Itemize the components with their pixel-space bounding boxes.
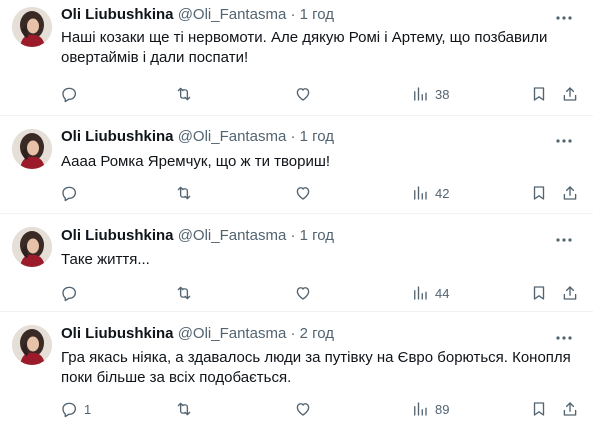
- retweet-button[interactable]: [175, 398, 193, 420]
- author-name[interactable]: Oli Liubushkina: [61, 128, 174, 145]
- like-button[interactable]: [294, 282, 312, 304]
- share-icon: [563, 286, 577, 300]
- separator-dot: ·: [290, 6, 296, 23]
- tweet[interactable]: Oli Liubushkina @Oli_Fantasma · 1 год На…: [0, 0, 593, 116]
- retweet-icon: [177, 186, 191, 200]
- retweet-icon: [177, 87, 191, 101]
- timestamp[interactable]: 1 год: [300, 227, 334, 244]
- tweet[interactable]: Oli Liubushkina @Oli_Fantasma · 1 год Та…: [0, 214, 593, 312]
- tweet-actions: 1 89: [0, 398, 593, 420]
- heart-icon: [296, 187, 310, 200]
- bookmark-button[interactable]: [530, 282, 548, 304]
- more-icon[interactable]: [555, 9, 573, 27]
- timestamp[interactable]: 1 год: [300, 6, 334, 23]
- views-button[interactable]: 44: [411, 282, 449, 304]
- tweet-header: Oli Liubushkina @Oli_Fantasma · 2 год: [61, 324, 334, 344]
- avatar[interactable]: [12, 7, 52, 47]
- views-button[interactable]: 42: [411, 182, 449, 204]
- views-button[interactable]: 89: [411, 398, 449, 420]
- bookmark-icon: [533, 186, 545, 200]
- tweet[interactable]: Oli Liubushkina @Oli_Fantasma · 1 год Аа…: [0, 116, 593, 214]
- heart-icon: [296, 403, 310, 416]
- reply-icon: [62, 87, 77, 103]
- separator-dot: ·: [290, 227, 296, 244]
- retweet-button[interactable]: [175, 83, 193, 105]
- tweet-text: Таке життя...: [61, 251, 150, 268]
- like-button[interactable]: [294, 398, 312, 420]
- tweet-actions: 44: [0, 282, 593, 304]
- retweet-button[interactable]: [175, 282, 193, 304]
- author-handle[interactable]: @Oli_Fantasma: [178, 128, 287, 145]
- avatar[interactable]: [12, 325, 52, 365]
- tweet-text: Наші козаки ще ті нервомоти. Але дякую Р…: [61, 29, 548, 66]
- author-handle[interactable]: @Oli_Fantasma: [178, 325, 287, 342]
- avatar[interactable]: [12, 129, 52, 169]
- tweet-header: Oli Liubushkina @Oli_Fantasma · 1 год: [61, 127, 334, 147]
- more-icon[interactable]: [555, 329, 573, 347]
- avatar[interactable]: [12, 227, 52, 267]
- heart-icon: [296, 88, 310, 101]
- author-handle[interactable]: @Oli_Fantasma: [178, 6, 287, 23]
- share-icon: [563, 87, 577, 101]
- bookmark-icon: [533, 87, 545, 101]
- tweet-text: Аааа Ромка Яремчук, що ж ти твориш!: [61, 153, 331, 170]
- views-button[interactable]: 38: [411, 83, 449, 105]
- reply-button[interactable]: [60, 282, 84, 304]
- reply-icon: [62, 286, 77, 302]
- views-icon: [414, 286, 427, 300]
- retweet-button[interactable]: [175, 182, 193, 204]
- bookmark-button[interactable]: [530, 83, 548, 105]
- like-button[interactable]: [294, 182, 312, 204]
- tweet-header: Oli Liubushkina @Oli_Fantasma · 1 год: [61, 5, 334, 25]
- views-icon: [414, 402, 427, 416]
- more-icon[interactable]: [555, 231, 573, 249]
- tweet[interactable]: Oli Liubushkina @Oli_Fantasma · 2 год Гр…: [0, 312, 593, 425]
- share-button[interactable]: [561, 182, 579, 204]
- reply-button[interactable]: 1: [60, 398, 91, 420]
- author-handle[interactable]: @Oli_Fantasma: [178, 227, 287, 244]
- share-icon: [563, 402, 577, 416]
- bookmark-button[interactable]: [530, 182, 548, 204]
- retweet-icon: [177, 402, 191, 416]
- author-name[interactable]: Oli Liubushkina: [61, 6, 174, 23]
- share-button[interactable]: [561, 398, 579, 420]
- share-button[interactable]: [561, 282, 579, 304]
- tweet-actions: 38: [0, 83, 593, 105]
- view-count: 38: [435, 86, 450, 102]
- timestamp[interactable]: 1 год: [300, 128, 334, 145]
- timestamp[interactable]: 2 год: [300, 325, 334, 342]
- reply-icon: [62, 186, 77, 202]
- bookmark-icon: [533, 402, 545, 416]
- reply-icon: [62, 402, 77, 418]
- reply-count: 1: [84, 401, 92, 417]
- views-icon: [414, 186, 427, 200]
- like-button[interactable]: [294, 83, 312, 105]
- tweet-header: Oli Liubushkina @Oli_Fantasma · 1 год: [61, 226, 334, 246]
- author-name[interactable]: Oli Liubushkina: [61, 227, 174, 244]
- tweet-actions: 42: [0, 182, 593, 204]
- view-count: 44: [435, 285, 450, 301]
- separator-dot: ·: [290, 128, 296, 145]
- reply-button[interactable]: [60, 182, 84, 204]
- view-count: 42: [435, 185, 450, 201]
- retweet-icon: [177, 286, 191, 300]
- views-icon: [414, 87, 427, 101]
- separator-dot: ·: [290, 325, 296, 342]
- bookmark-icon: [533, 286, 545, 300]
- author-name[interactable]: Oli Liubushkina: [61, 325, 174, 342]
- bookmark-button[interactable]: [530, 398, 548, 420]
- heart-icon: [296, 287, 310, 300]
- reply-button[interactable]: [60, 83, 84, 105]
- more-icon[interactable]: [555, 132, 573, 150]
- share-button[interactable]: [561, 83, 579, 105]
- tweet-feed: Oli Liubushkina @Oli_Fantasma · 1 год На…: [0, 0, 593, 425]
- share-icon: [563, 186, 577, 200]
- tweet-text: Гра якась ніяка, а здавалось люди за пут…: [61, 349, 571, 386]
- view-count: 89: [435, 401, 450, 417]
